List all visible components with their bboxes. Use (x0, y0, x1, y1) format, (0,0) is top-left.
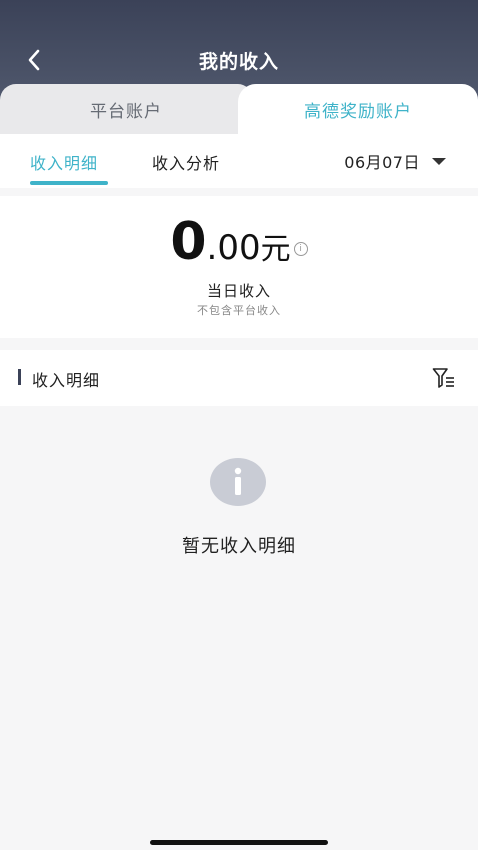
empty-info-icon (210, 458, 266, 506)
amount-unit: 元 (260, 232, 291, 267)
income-amount: 0 .00 元 i (0, 216, 478, 268)
filter-icon[interactable] (432, 367, 456, 389)
home-indicator (150, 840, 328, 845)
tab-income-analysis[interactable]: 收入分析 (152, 150, 220, 174)
account-tabs: 平台账户 高德奖励账户 (0, 84, 478, 134)
empty-message: 暂无收入明细 (182, 536, 296, 557)
caret-down-icon (432, 157, 446, 165)
section-title: 收入明细 (32, 371, 101, 390)
daily-income-card: 0 .00 元 i 当日收入 不包含平台收入 (0, 196, 478, 338)
sub-tab-bar: 收入明细 收入分析 06月07日 (0, 134, 478, 188)
amount-label: 当日收入 (206, 282, 271, 300)
detail-section-header: 收入明细 (0, 350, 478, 406)
tab-income-details[interactable]: 收入明细 (30, 150, 98, 174)
date-value: 06月07日 (344, 153, 420, 172)
tab-platform-account[interactable]: 平台账户 (0, 84, 252, 134)
active-tab-indicator (30, 181, 108, 185)
empty-state: 暂无收入明细 (0, 406, 478, 836)
amount-decimal: .00 (206, 228, 261, 268)
section-marker (18, 369, 21, 385)
info-icon[interactable]: i (293, 242, 308, 256)
amount-integer: 0 (170, 212, 207, 272)
amount-note: 不包含平台收入 (197, 304, 281, 317)
tab-reward-account[interactable]: 高德奖励账户 (238, 84, 478, 134)
page-title: 我的收入 (198, 51, 279, 73)
date-selector[interactable]: 06月07日 (344, 149, 446, 173)
